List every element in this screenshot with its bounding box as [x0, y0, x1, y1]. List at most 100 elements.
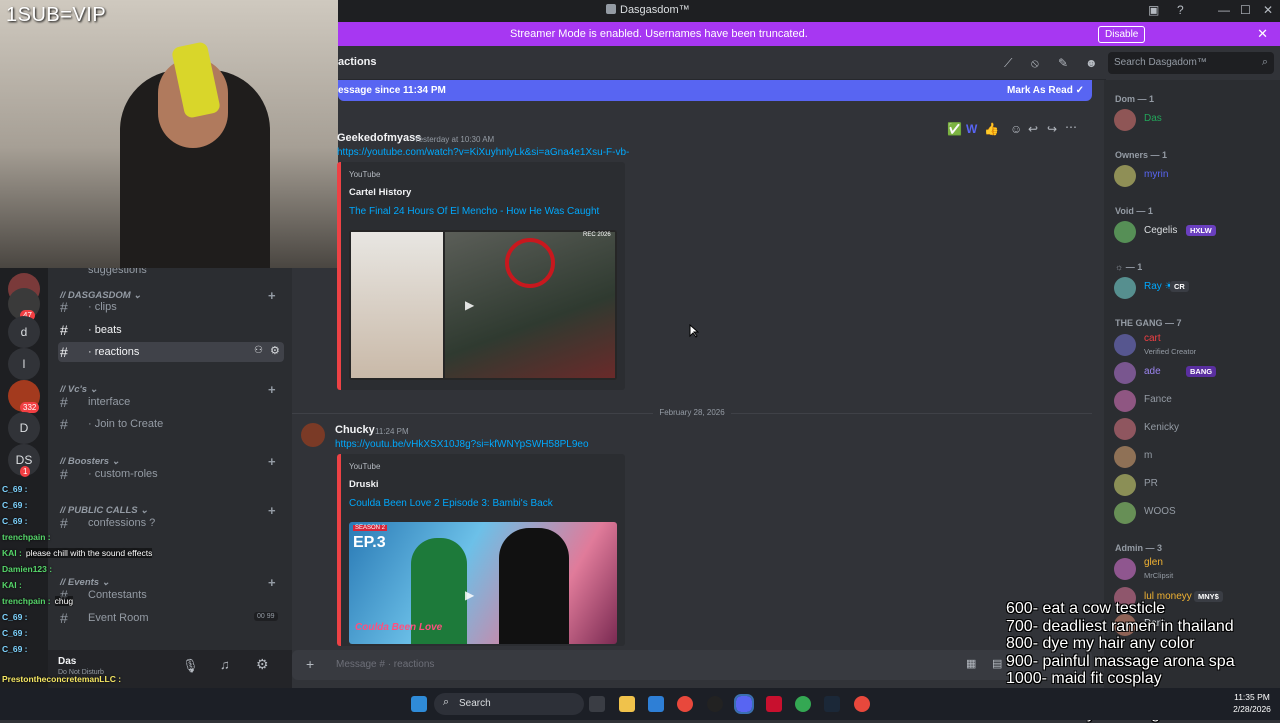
- embed-author[interactable]: Cartel History: [349, 187, 411, 198]
- chat-line: C_69 :: [2, 644, 32, 654]
- member-group-header: Owners — 1: [1115, 150, 1168, 160]
- member-name: Cegelis: [1144, 225, 1178, 236]
- member-row[interactable]: ade BANG: [1114, 360, 1274, 386]
- reply-icon[interactable]: ↩: [1028, 122, 1038, 136]
- more-icon[interactable]: ⋯: [1065, 120, 1077, 134]
- obs-icon[interactable]: [707, 696, 723, 712]
- adobe-icon[interactable]: [766, 696, 782, 712]
- message-author[interactable]: Chucky: [335, 424, 375, 436]
- member-name: ade: [1144, 366, 1161, 377]
- attach-icon[interactable]: +: [306, 656, 314, 672]
- chat-line: KAI :: [2, 580, 26, 590]
- store-icon[interactable]: [648, 696, 664, 712]
- banner-text: Streamer Mode is enabled. Usernames have…: [510, 28, 808, 40]
- member-group-header: Dom — 1: [1115, 94, 1155, 104]
- chat-line: trenchpain : chug: [2, 596, 74, 606]
- maximize-button[interactable]: ☐: [1240, 3, 1251, 17]
- chat-line: C_69 :: [2, 500, 32, 510]
- play-icon[interactable]: ▶: [465, 298, 487, 314]
- gear-icon[interactable]: ⚙: [270, 344, 280, 357]
- minimize-button[interactable]: —: [1218, 3, 1230, 17]
- channel-item[interactable]: # interface: [58, 392, 284, 412]
- headphones-icon[interactable]: ♫: [220, 657, 230, 672]
- chat-line: C_69 :: [2, 628, 32, 638]
- member-row[interactable]: Kenicky: [1114, 416, 1274, 442]
- member-row[interactable]: PR: [1114, 472, 1274, 498]
- member-row[interactable]: Cegelis HXLW: [1114, 219, 1274, 245]
- server-icon[interactable]: D: [8, 412, 40, 444]
- channel-label: · clips: [88, 301, 117, 313]
- server-icon[interactable]: d: [8, 316, 40, 348]
- channel-item[interactable]: # · beats: [58, 320, 284, 340]
- member-row[interactable]: m: [1114, 444, 1274, 470]
- threads-icon[interactable]: ⟋: [1004, 56, 1012, 71]
- taskbar-search[interactable]: ⌕ Search: [434, 693, 584, 715]
- embed-author[interactable]: Druski: [349, 479, 379, 490]
- message-author[interactable]: Geekedofmyass: [337, 132, 421, 144]
- member-row[interactable]: myrin: [1114, 163, 1274, 189]
- disable-button[interactable]: Disable: [1098, 26, 1146, 43]
- chrome-profile-icon[interactable]: [795, 696, 811, 712]
- channel-item[interactable]: # · Join to Create: [58, 414, 284, 434]
- avatar: [1114, 558, 1136, 580]
- gift-icon[interactable]: ▦: [966, 657, 976, 670]
- chrome-icon[interactable]: [677, 696, 693, 712]
- member-row[interactable]: Ray ☀ CR: [1114, 275, 1274, 301]
- member-row[interactable]: cart Verified Creator: [1114, 332, 1274, 358]
- taskbar-clock[interactable]: 11:35 PM 2/28/2026: [1224, 691, 1280, 715]
- help-icon[interactable]: ?: [1177, 3, 1184, 17]
- gif-icon[interactable]: ▤: [992, 657, 1002, 670]
- forward-icon[interactable]: ↪: [1047, 122, 1057, 136]
- video-thumbnail[interactable]: REC 2026 ▶: [349, 230, 617, 380]
- new-messages-bar[interactable]: essage since 11:34 PM Mark As Read ✓: [338, 80, 1092, 101]
- search-input[interactable]: Search Dasgadom™ ⌕: [1108, 52, 1274, 74]
- add-reaction-icon[interactable]: ☺: [1010, 122, 1022, 136]
- video-thumbnail[interactable]: SEASON 2 EP.3 Coulda Been Love ▶: [349, 522, 617, 644]
- avatar: [1114, 334, 1136, 356]
- message-link[interactable]: https://youtu.be/vHkXSX10J8g?si=kfWNYpSW…: [335, 439, 589, 450]
- settings-icon[interactable]: ⚙: [256, 656, 269, 673]
- member-list-icon[interactable]: ☻: [1085, 56, 1098, 70]
- member-row[interactable]: glen MrClipsit: [1114, 556, 1274, 582]
- notifications-icon[interactable]: ⦸: [1031, 56, 1039, 71]
- pin-icon[interactable]: ✎: [1058, 56, 1068, 70]
- member-row[interactable]: Fance: [1114, 388, 1274, 414]
- goal-item: 800- dye my hair any color: [1006, 635, 1195, 652]
- discord-taskbar-icon[interactable]: [734, 694, 754, 714]
- start-icon[interactable]: [411, 696, 427, 712]
- play-icon[interactable]: ▶: [465, 588, 487, 604]
- avatar: [1114, 446, 1136, 468]
- chat-line: KAI : please chill with the sound effects: [2, 548, 153, 558]
- avatar: [1114, 109, 1136, 131]
- file-explorer-icon[interactable]: [619, 696, 635, 712]
- member-name: myrin: [1144, 169, 1169, 180]
- message-composer[interactable]: + Message # · reactions ▦ ▤: [292, 650, 1092, 680]
- chat-message: chug: [54, 596, 74, 606]
- task-view-icon[interactable]: [589, 696, 605, 712]
- message-link[interactable]: https://youtube.com/watch?v=KiXuyhnlyLk&…: [337, 147, 629, 158]
- avatar[interactable]: [301, 423, 325, 447]
- thumbs-up-icon[interactable]: 👍: [984, 122, 999, 136]
- w-reaction-icon[interactable]: W: [966, 122, 977, 136]
- add-member-icon[interactable]: ⚇: [254, 345, 263, 356]
- member-row[interactable]: WOOS: [1114, 500, 1274, 526]
- steam-icon[interactable]: [824, 696, 840, 712]
- inbox-icon[interactable]: ▣: [1148, 3, 1159, 17]
- chrome-alt-icon[interactable]: [854, 696, 870, 712]
- embed-title[interactable]: The Final 24 Hours Of El Mencho - How He…: [349, 206, 599, 217]
- member-tag: CR: [1170, 281, 1189, 292]
- member-name: PR: [1144, 478, 1158, 489]
- check-reaction-icon[interactable]: ✅: [947, 122, 962, 136]
- channel-item[interactable]: # · reactions ⚇ ⚙: [58, 342, 284, 362]
- member-row[interactable]: Das: [1114, 107, 1274, 133]
- server-icon[interactable]: l: [8, 348, 40, 380]
- channel-item[interactable]: # · clips: [58, 297, 284, 317]
- close-button[interactable]: ✕: [1263, 3, 1273, 17]
- member-name: WOOS: [1144, 506, 1176, 517]
- mark-as-read-button[interactable]: Mark As Read ✓: [1007, 85, 1084, 96]
- banner-close-icon[interactable]: ✕: [1257, 26, 1268, 42]
- chat-line: C_69 :: [2, 484, 32, 494]
- streamer-mode-banner: Streamer Mode is enabled. Usernames have…: [338, 22, 1280, 46]
- embed-title[interactable]: Coulda Been Love 2 Episode 3: Bambi's Ba…: [349, 498, 553, 509]
- thumbnail-episode: EP.3: [353, 534, 386, 551]
